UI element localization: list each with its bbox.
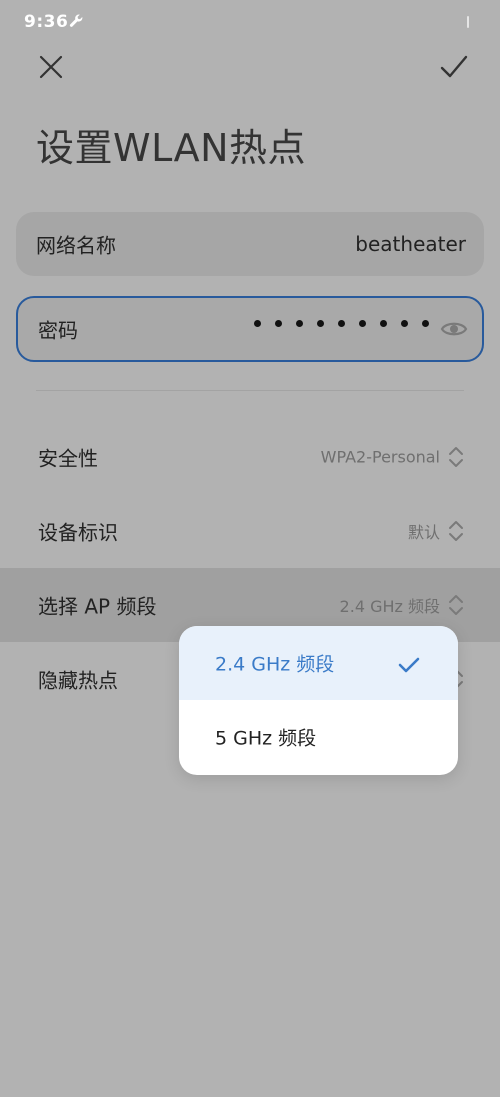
status-bar: 9:36 (0, 0, 500, 44)
close-icon (39, 55, 63, 79)
security-label: 安全性 (38, 446, 98, 471)
network-name-field[interactable]: 网络名称 beatheater (16, 212, 484, 276)
ap-band-dropdown: 2.4 GHz 频段 5 GHz 频段 (179, 626, 458, 775)
section-divider (36, 390, 464, 391)
chevron-up-down-icon (449, 521, 463, 541)
password-label: 密码 (38, 318, 78, 343)
password-input[interactable] (254, 320, 429, 327)
security-row[interactable]: 安全性 WPA2-Personal (0, 420, 500, 494)
device-id-value: 默认 (407, 523, 440, 542)
hide-hotspot-label: 隐藏热点 (38, 668, 118, 693)
password-dot (254, 320, 261, 327)
password-dot (422, 320, 429, 327)
ap-band-value: 2.4 GHz 频段 (339, 597, 440, 616)
wrench-icon (69, 14, 83, 27)
password-dot (359, 320, 366, 327)
dropdown-option-2-4ghz[interactable]: 2.4 GHz 频段 (179, 626, 458, 700)
network-name-label: 网络名称 (36, 233, 116, 258)
chevron-up-down-icon (449, 595, 463, 615)
option-label: 2.4 GHz 频段 (215, 653, 335, 676)
confirm-button[interactable] (432, 46, 476, 88)
password-dot (275, 320, 282, 327)
close-button[interactable] (30, 46, 72, 88)
password-field[interactable]: 密码 (16, 296, 484, 362)
network-name-value[interactable]: beatheater (355, 232, 466, 256)
chevron-up-down-icon (449, 447, 463, 467)
password-dot (296, 320, 303, 327)
check-icon (440, 55, 468, 78)
device-id-row[interactable]: 设备标识 默认 (0, 494, 500, 568)
password-dot (317, 320, 324, 327)
ap-band-label: 选择 AP 频段 (38, 594, 157, 619)
status-time: 9:36 (24, 12, 69, 32)
password-dot (401, 320, 408, 327)
page-title: 设置WLAN热点 (36, 126, 307, 170)
status-indicator (467, 16, 469, 28)
check-icon (398, 657, 420, 673)
option-label: 5 GHz 频段 (215, 727, 317, 750)
dropdown-option-5ghz[interactable]: 5 GHz 频段 (179, 700, 458, 774)
eye-icon[interactable] (440, 318, 468, 340)
security-value: WPA2-Personal (320, 447, 440, 467)
password-dot (338, 320, 345, 327)
password-dot (380, 320, 387, 327)
device-id-label: 设备标识 (38, 520, 118, 545)
